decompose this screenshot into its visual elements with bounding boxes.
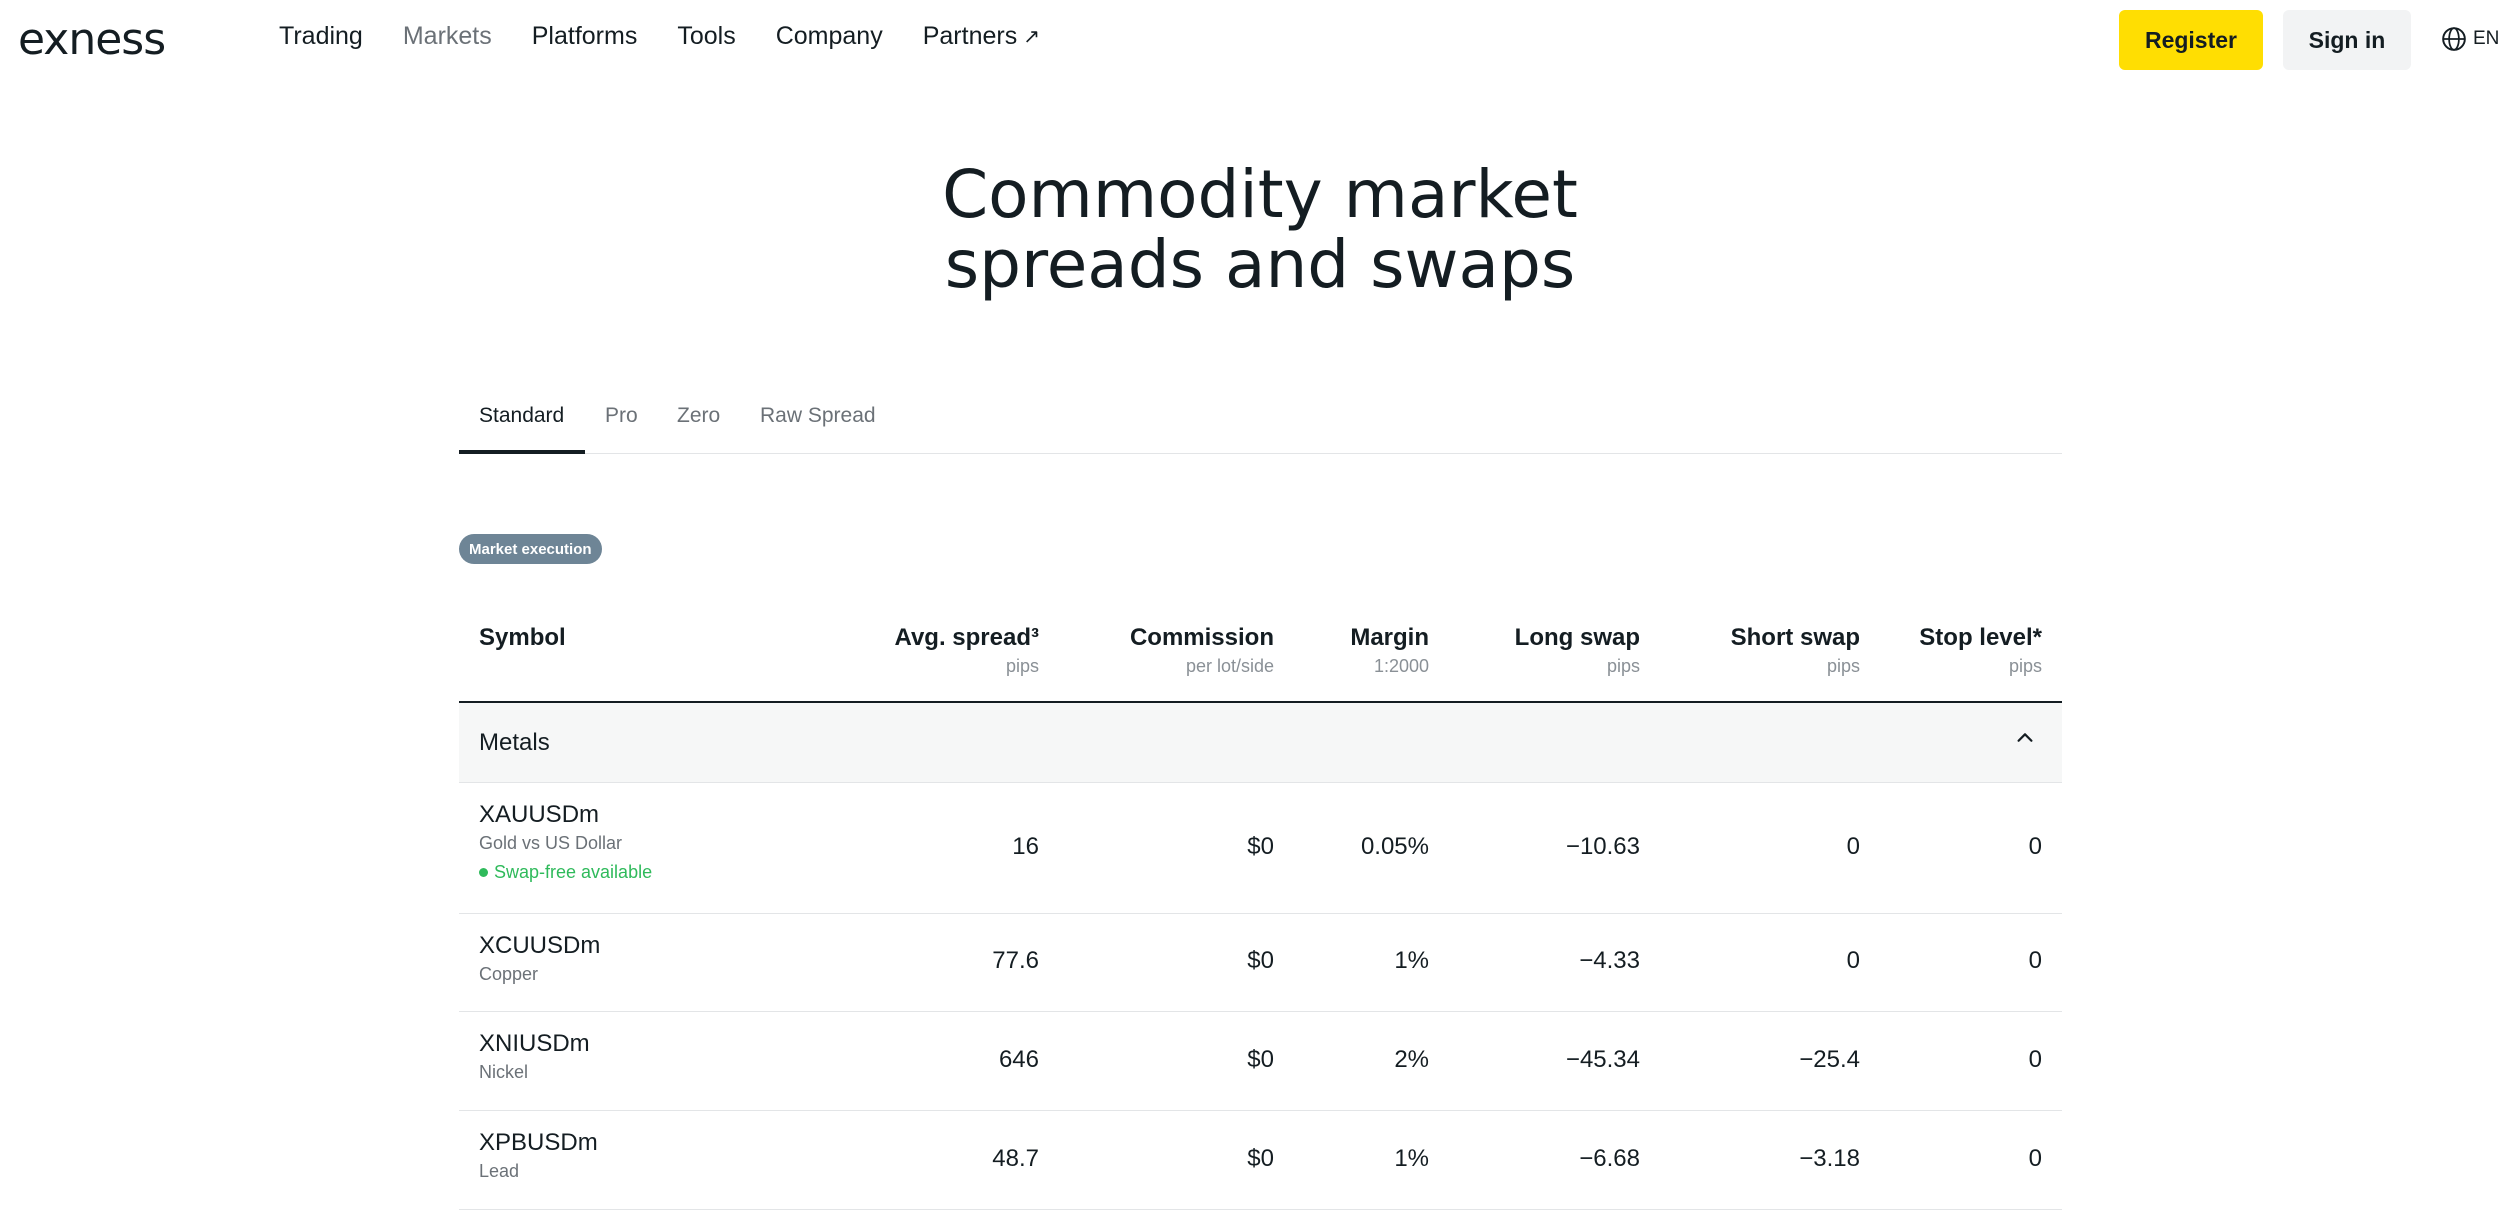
- stop-level-cell: 0: [2028, 947, 2042, 974]
- exness-logo[interactable]: exness: [18, 14, 166, 65]
- margin-cell: 1%: [1394, 1145, 1429, 1172]
- symbol-name: XNIUSDm: [479, 1030, 590, 1057]
- table-row[interactable]: XNIUSDm Nickel 646 $0 2% −45.34 −25.4 0: [459, 1012, 2062, 1111]
- symbol-cell: XPBUSDm Lead: [479, 1129, 598, 1182]
- column-title: Short swap: [1730, 624, 1860, 651]
- page-title-line-2: spreads and swaps: [944, 226, 1576, 303]
- column-title: Margin: [1350, 624, 1429, 651]
- nav-item-platforms[interactable]: Platforms: [532, 22, 638, 51]
- short-swap-cell: 0: [1846, 833, 1860, 860]
- nav-label: Markets: [402, 22, 492, 50]
- margin-cell: 1%: [1394, 947, 1429, 974]
- language-code: EN: [2473, 28, 2500, 49]
- account-type-tabs: Standard Pro Zero Raw Spread: [459, 396, 2062, 454]
- nav-item-tools[interactable]: Tools: [677, 22, 735, 51]
- nav-label: Trading: [279, 22, 363, 50]
- column-header-short-swap: Short swap pips: [1660, 624, 1860, 677]
- nav-label: Company: [775, 22, 883, 50]
- stop-level-cell: 0: [2028, 1046, 2042, 1073]
- tab-zero[interactable]: Zero: [677, 404, 720, 428]
- column-header-stop-level: Stop level* pips: [1842, 624, 2042, 677]
- commission-cell: $0: [1247, 947, 1274, 974]
- column-title: Avg. spread³: [894, 624, 1039, 651]
- column-header-margin: Margin 1:2000: [1229, 624, 1429, 677]
- nav-label: Platforms: [531, 22, 638, 50]
- column-subtitle: pips: [1005, 656, 1039, 676]
- swap-free-label: Swap-free available: [494, 862, 653, 882]
- column-header-spread: Avg. spread³ pips: [839, 624, 1039, 677]
- column-title: Long swap: [1514, 624, 1640, 651]
- margin-cell: 2%: [1394, 1046, 1429, 1073]
- nav-item-markets[interactable]: Markets: [403, 22, 492, 51]
- spread-cell: 77.6: [992, 947, 1039, 974]
- language-selector[interactable]: EN: [2441, 26, 2499, 52]
- group-row-metals[interactable]: Metals: [459, 703, 2062, 783]
- globe-icon: [2442, 27, 2466, 51]
- column-header-long-swap: Long swap pips: [1440, 624, 1640, 677]
- tab-raw-spread[interactable]: Raw Spread: [760, 404, 876, 428]
- column-subtitle: 1:2000: [1373, 656, 1429, 676]
- nav-item-company[interactable]: Company: [776, 22, 883, 51]
- column-title: Symbol: [479, 624, 566, 651]
- page-title-line-1: Commodity market: [942, 156, 1578, 233]
- margin-cell: 0.05%: [1360, 833, 1429, 860]
- column-subtitle: pips: [1826, 656, 1860, 676]
- long-swap-cell: −4.33: [1579, 947, 1640, 974]
- short-swap-cell: −25.4: [1799, 1046, 1860, 1073]
- tab-standard[interactable]: Standard: [479, 404, 564, 428]
- long-swap-cell: −45.34: [1565, 1046, 1640, 1073]
- table-row[interactable]: XCUUSDm Copper 77.6 $0 1% −4.33 0 0: [459, 914, 2062, 1012]
- table-row[interactable]: XPBUSDm Lead 48.7 $0 1% −6.68 −3.18 0: [459, 1111, 2062, 1210]
- nav-item-trading[interactable]: Trading: [279, 22, 363, 51]
- short-swap-cell: −3.18: [1799, 1145, 1860, 1172]
- nav-label: Partners: [922, 22, 1018, 50]
- tab-pro[interactable]: Pro: [605, 404, 638, 428]
- short-swap-cell: 0: [1846, 947, 1860, 974]
- nav-item-partners[interactable]: Partners ↗: [923, 22, 1040, 51]
- symbol-name: XAUUSDm: [479, 801, 600, 828]
- execution-badge: Market execution: [459, 534, 602, 564]
- spread-cell: 16: [1012, 833, 1039, 860]
- spreads-table: Symbol Avg. spread³ pips Commission per …: [459, 600, 2062, 1210]
- stop-level-cell: 0: [2028, 833, 2042, 860]
- page-title: Commodity market spreads and swaps: [0, 160, 2520, 300]
- symbol-cell: XCUUSDm Copper: [479, 932, 600, 985]
- main-nav: Trading Markets Platforms Tools Company …: [279, 22, 1080, 51]
- register-button[interactable]: Register: [2119, 10, 2263, 70]
- nav-label: Tools: [677, 22, 736, 50]
- symbol-cell: XNIUSDm Nickel: [479, 1030, 590, 1083]
- symbol-description: Lead: [479, 1161, 520, 1181]
- table-row[interactable]: XAUUSDm Gold vs US Dollar Swap-free avai…: [459, 783, 2062, 914]
- symbol-description: Nickel: [479, 1062, 529, 1082]
- external-arrow-icon: ↗: [1023, 26, 1040, 48]
- long-swap-cell: −6.68: [1579, 1145, 1640, 1172]
- green-dot-icon: [479, 868, 488, 877]
- column-title: Stop level*: [1919, 624, 2042, 651]
- commission-cell: $0: [1247, 1145, 1274, 1172]
- long-swap-cell: −10.63: [1565, 833, 1640, 860]
- symbol-description: Gold vs US Dollar: [479, 833, 623, 853]
- sign-in-button[interactable]: Sign in: [2283, 10, 2411, 70]
- symbol-description: Copper: [479, 964, 539, 984]
- column-subtitle: pips: [1606, 656, 1640, 676]
- chevron-up-icon[interactable]: [2014, 727, 2036, 749]
- column-subtitle: pips: [2008, 656, 2042, 676]
- column-header-symbol: Symbol: [479, 624, 566, 652]
- commission-cell: $0: [1247, 833, 1274, 860]
- commission-cell: $0: [1247, 1046, 1274, 1073]
- symbol-cell: XAUUSDm Gold vs US Dollar Swap-free avai…: [479, 801, 652, 883]
- symbol-name: XPBUSDm: [479, 1129, 598, 1156]
- symbol-name: XCUUSDm: [479, 932, 601, 959]
- spread-cell: 646: [998, 1046, 1039, 1073]
- group-label: Metals: [479, 729, 550, 756]
- swap-free-indicator: Swap-free available: [479, 862, 652, 883]
- table-header: Symbol Avg. spread³ pips Commission per …: [459, 600, 2062, 703]
- spread-cell: 48.7: [992, 1145, 1039, 1172]
- stop-level-cell: 0: [2028, 1145, 2042, 1172]
- site-header: exness Trading Markets Platforms Tools C…: [0, 0, 2520, 80]
- active-tab-indicator: [459, 450, 585, 454]
